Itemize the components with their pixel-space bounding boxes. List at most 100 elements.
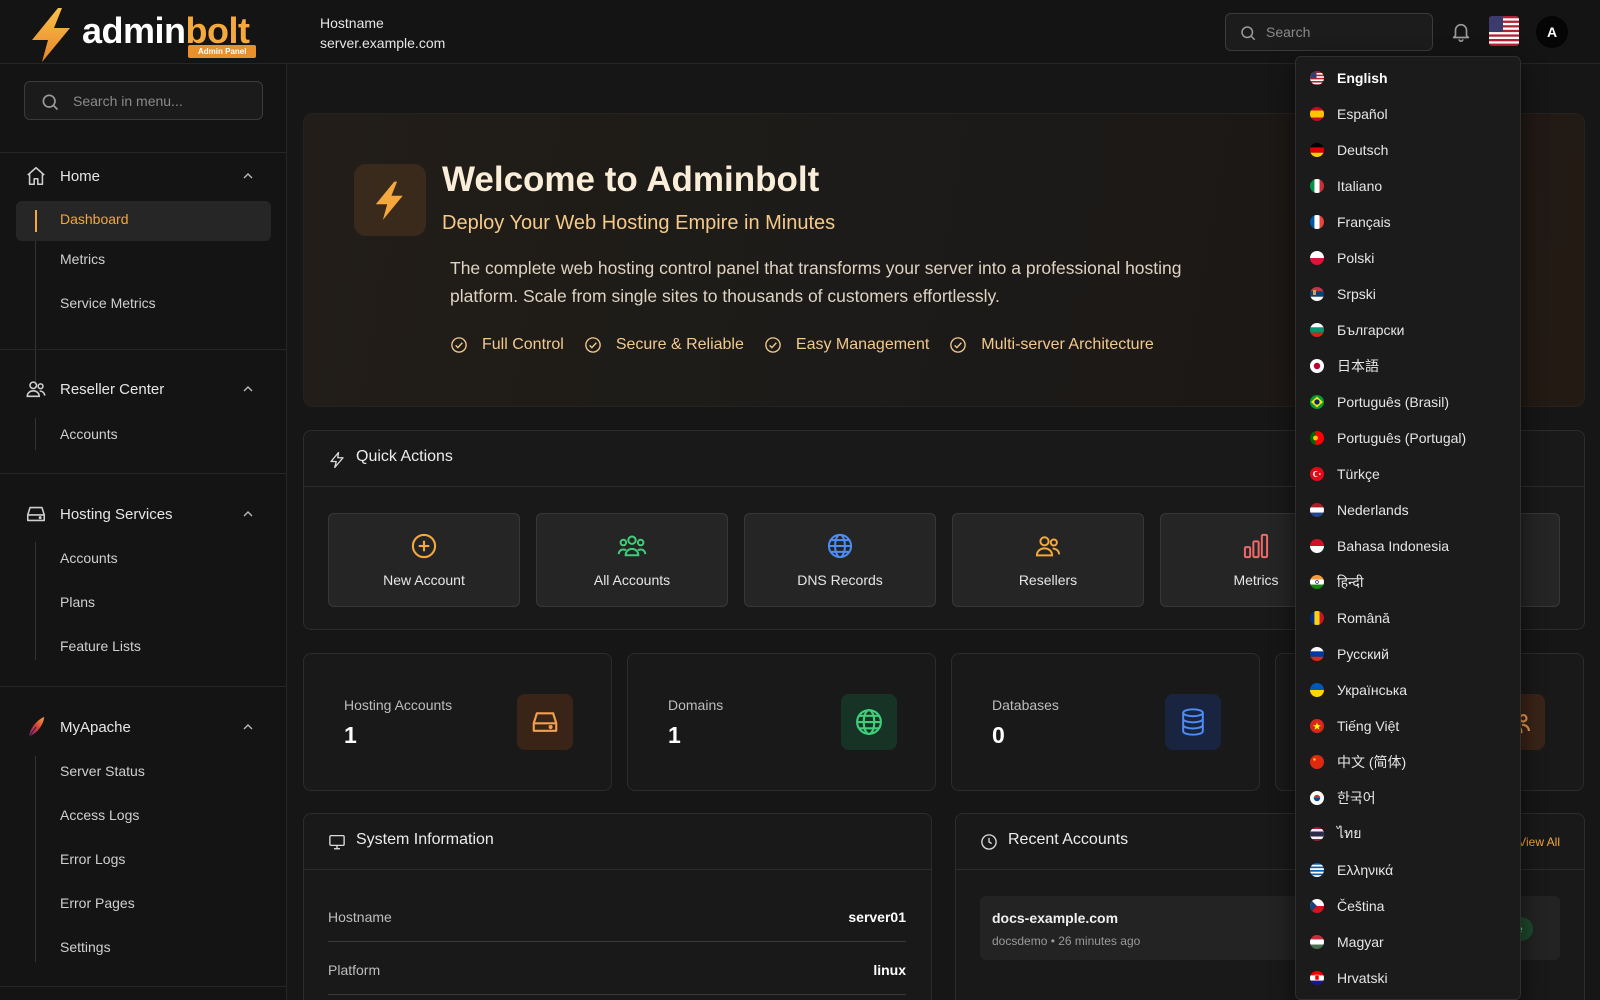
- sidebar-section-reseller-center[interactable]: Reseller Center: [24, 375, 264, 403]
- language-label: ไทย: [1337, 825, 1362, 841]
- stat-value: 1: [344, 722, 357, 748]
- th-flag-icon: [1310, 827, 1324, 841]
- language-option-korean[interactable]: 한국어: [1296, 781, 1520, 815]
- sidebar-section-hosting-services[interactable]: Hosting Services: [24, 500, 264, 528]
- language-option-chinese-simplified[interactable]: 中文 (简体): [1296, 745, 1520, 779]
- feature-label: Multi-server Architecture: [981, 336, 1154, 353]
- global-search[interactable]: [1225, 13, 1433, 51]
- language-option-romana[interactable]: Română: [1296, 601, 1520, 635]
- language-option-hindi[interactable]: हिन्दी: [1296, 565, 1520, 599]
- chevron-up-icon[interactable]: [240, 381, 256, 397]
- language-option-japanese[interactable]: 日本語: [1296, 349, 1520, 383]
- id-flag-icon: [1310, 539, 1324, 553]
- new-account-button[interactable]: New Account: [328, 513, 520, 607]
- cz-flag-icon: [1310, 899, 1324, 913]
- language-option-cestina[interactable]: Čeština: [1296, 889, 1520, 923]
- system-information-header: System Information: [304, 814, 931, 870]
- adminbolt-logo[interactable]: adminbolt Admin Panel: [28, 6, 268, 62]
- chevron-up-icon[interactable]: [240, 719, 256, 735]
- stat-card-databases: Databases 0: [951, 653, 1260, 791]
- language-option-bulgarian[interactable]: Български: [1296, 313, 1520, 347]
- language-option-polski[interactable]: Polski: [1296, 241, 1520, 275]
- menu-search[interactable]: [24, 81, 263, 120]
- feature-item: Secure & Reliable: [584, 336, 744, 354]
- server-icon: [517, 694, 573, 750]
- button-label: DNS Records: [797, 572, 883, 588]
- sidebar-item-reseller-accounts[interactable]: Accounts: [60, 424, 118, 444]
- dns-records-button[interactable]: DNS Records: [744, 513, 936, 607]
- hu-flag-icon: [1310, 935, 1324, 949]
- user-group-icon: [617, 535, 647, 557]
- sidebar-section-label: Home: [60, 167, 101, 185]
- language-option-ukrainian[interactable]: Українська: [1296, 673, 1520, 707]
- language-option-espanol[interactable]: Español: [1296, 97, 1520, 131]
- language-label: Українська: [1337, 682, 1408, 698]
- sidebar-item-error-logs[interactable]: Error Logs: [60, 849, 125, 869]
- language-option-hrvatski[interactable]: Hrvatski: [1296, 961, 1520, 995]
- sidebar: Home Dashboard Metrics Service Metrics R…: [0, 64, 287, 1000]
- language-option-magyar[interactable]: Magyar: [1296, 925, 1520, 959]
- us-flag-icon: [1489, 16, 1519, 46]
- sidebar-item-settings[interactable]: Settings: [60, 937, 111, 957]
- es-flag-icon: [1310, 107, 1324, 121]
- language-label: Magyar: [1337, 934, 1384, 950]
- sidebar-item-service-metrics[interactable]: Service Metrics: [60, 293, 156, 313]
- language-option-english[interactable]: English: [1296, 61, 1520, 95]
- sidebar-item-plans[interactable]: Plans: [60, 592, 95, 612]
- language-label: Български: [1337, 322, 1405, 338]
- stat-label: Domains: [668, 697, 724, 713]
- sidebar-item-error-pages[interactable]: Error Pages: [60, 893, 135, 913]
- sidebar-section-home[interactable]: Home: [24, 162, 264, 190]
- language-option-bahasa-indonesia[interactable]: Bahasa Indonesia: [1296, 529, 1520, 563]
- all-accounts-button[interactable]: All Accounts: [536, 513, 728, 607]
- view-all-link[interactable]: View All: [1518, 835, 1560, 849]
- resellers-button[interactable]: Resellers: [952, 513, 1144, 607]
- menu-search-input[interactable]: [73, 91, 253, 111]
- sidebar-item-hosting-accounts[interactable]: Accounts: [60, 548, 118, 568]
- users-icon: [1035, 536, 1061, 557]
- language-label: Русский: [1337, 646, 1389, 662]
- quick-actions-title: Quick Actions: [356, 448, 453, 465]
- home-icon: [24, 164, 48, 188]
- language-option-portugues-brasil[interactable]: Português (Brasil): [1296, 385, 1520, 419]
- recent-accounts-title: Recent Accounts: [1008, 831, 1129, 848]
- language-option-portugues-portugal[interactable]: Português (Portugal): [1296, 421, 1520, 455]
- stat-card-hosting-accounts: Hosting Accounts 1: [303, 653, 612, 791]
- sidebar-item-access-logs[interactable]: Access Logs: [60, 805, 139, 825]
- language-option-deutsch[interactable]: Deutsch: [1296, 133, 1520, 167]
- notification-bell-icon[interactable]: [1450, 20, 1472, 44]
- global-search-input[interactable]: [1266, 22, 1426, 42]
- language-option-nederlands[interactable]: Nederlands: [1296, 493, 1520, 527]
- language-label: 日本語: [1337, 358, 1379, 374]
- account-meta: docsdemo • 26 minutes ago: [992, 934, 1141, 948]
- check-circle-icon: [765, 337, 781, 353]
- hero-subtitle: Deploy Your Web Hosting Empire in Minute…: [442, 212, 836, 234]
- bolt-icon: [354, 164, 426, 236]
- sidebar-section-myapache[interactable]: MyApache: [24, 713, 264, 741]
- sidebar-item-dashboard[interactable]: Dashboard: [16, 201, 271, 241]
- check-circle-icon: [451, 337, 467, 353]
- jp-flag-icon: [1310, 359, 1324, 373]
- bg-flag-icon: [1310, 323, 1324, 337]
- sidebar-item-metrics[interactable]: Metrics: [60, 249, 105, 269]
- user-avatar[interactable]: A: [1536, 16, 1568, 48]
- ro-flag-icon: [1310, 611, 1324, 625]
- language-label: Hrvatski: [1337, 970, 1388, 986]
- chevron-up-icon[interactable]: [240, 168, 256, 184]
- language-label: Français: [1337, 214, 1391, 230]
- sidebar-item-feature-lists[interactable]: Feature Lists: [60, 636, 141, 656]
- chevron-up-icon[interactable]: [240, 506, 256, 522]
- sidebar-item-server-status[interactable]: Server Status: [60, 761, 145, 781]
- feature-label: Full Control: [482, 336, 564, 353]
- language-option-srpski[interactable]: Srpski: [1296, 277, 1520, 311]
- language-option-russian[interactable]: Русский: [1296, 637, 1520, 671]
- language-option-turkce[interactable]: Türkçe: [1296, 457, 1520, 491]
- language-option-tieng-viet[interactable]: Tiếng Việt: [1296, 709, 1520, 743]
- language-option-thai[interactable]: ไทย: [1296, 817, 1520, 851]
- language-selector-button[interactable]: [1489, 16, 1519, 46]
- language-label: Nederlands: [1337, 502, 1409, 518]
- language-option-francais[interactable]: Français: [1296, 205, 1520, 239]
- language-option-greek[interactable]: Ελληνικά: [1296, 853, 1520, 887]
- sidebar-section-label: MyApache: [60, 718, 131, 736]
- language-option-italiano[interactable]: Italiano: [1296, 169, 1520, 203]
